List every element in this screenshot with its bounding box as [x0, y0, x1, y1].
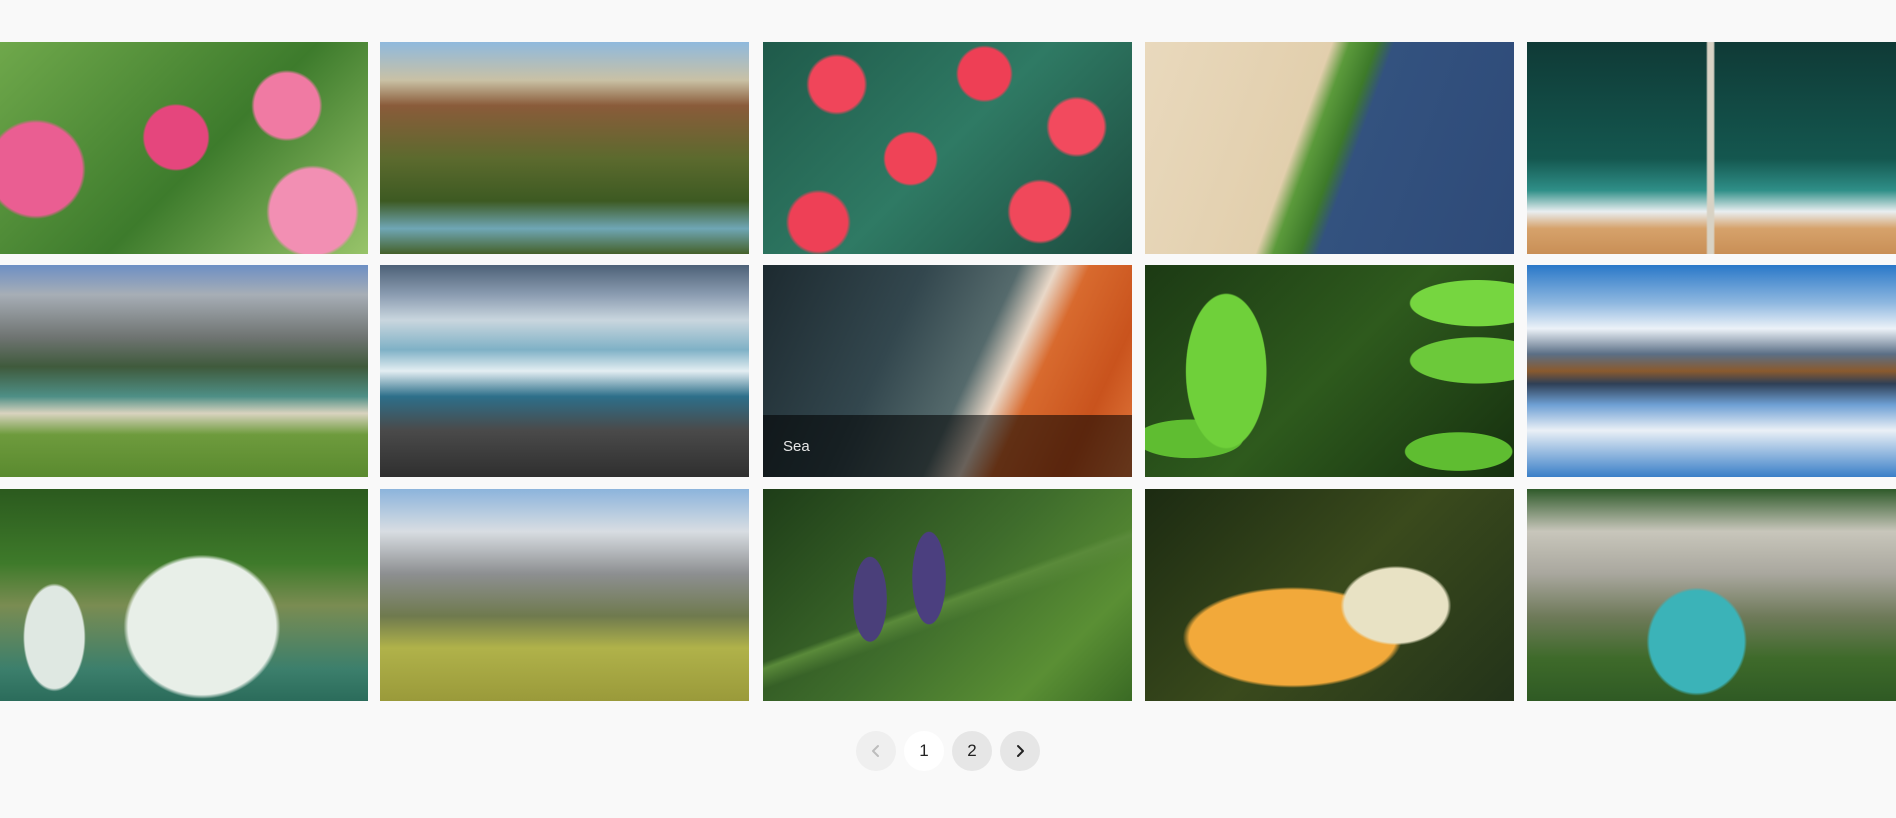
image-gallery: Sea: [0, 42, 1896, 701]
page-button-2[interactable]: 2: [952, 731, 992, 771]
next-page-button[interactable]: [1000, 731, 1040, 771]
stone-bridge-gorge-image: [1527, 489, 1896, 701]
pagination: 1 2: [856, 731, 1040, 771]
previous-page-button[interactable]: [856, 731, 896, 771]
gallery-image-9[interactable]: [1145, 265, 1514, 477]
jungle-waterfall-image: [0, 489, 368, 701]
red-flowers-green-leaves-image: [763, 42, 1132, 254]
chevron-left-icon: [872, 745, 879, 757]
canyon-river-valley-image: [380, 42, 749, 254]
gallery-image-13[interactable]: [763, 489, 1132, 701]
gallery-image-11[interactable]: [0, 489, 368, 701]
page-button-1[interactable]: 1: [904, 731, 944, 771]
gallery-image-8[interactable]: Sea: [763, 265, 1132, 477]
gallery-image-3[interactable]: [763, 42, 1132, 254]
butterfly-lily-image: [1145, 489, 1514, 701]
gallery-image-5[interactable]: [1527, 42, 1896, 254]
gallery-image-7[interactable]: [380, 265, 749, 477]
mountain-lake-reflection-image: [1527, 265, 1896, 477]
gallery-image-14[interactable]: [1145, 489, 1514, 701]
alpine-peaks-image: [380, 489, 749, 701]
green-leaves-vine-image: [1145, 265, 1514, 477]
gallery-image-1[interactable]: [0, 42, 368, 254]
gallery-image-10[interactable]: [1527, 265, 1896, 477]
fir-cones-branch-image: [763, 489, 1132, 701]
gallery-image-2[interactable]: [380, 42, 749, 254]
gallery-image-12[interactable]: [380, 489, 749, 701]
pink-blossom-branch-image: [0, 42, 368, 254]
aerial-shoreline-image: [1145, 42, 1514, 254]
glacier-waterfall-image: [380, 265, 749, 477]
gallery-image-4[interactable]: [1145, 42, 1514, 254]
image-caption: Sea: [763, 415, 1132, 477]
chevron-right-icon: [1017, 745, 1024, 757]
aerial-beach-pier-image: [1527, 42, 1896, 254]
gallery-image-15[interactable]: [1527, 489, 1896, 701]
mountain-lake-meadow-image: [0, 265, 368, 477]
gallery-image-6[interactable]: [0, 265, 368, 477]
